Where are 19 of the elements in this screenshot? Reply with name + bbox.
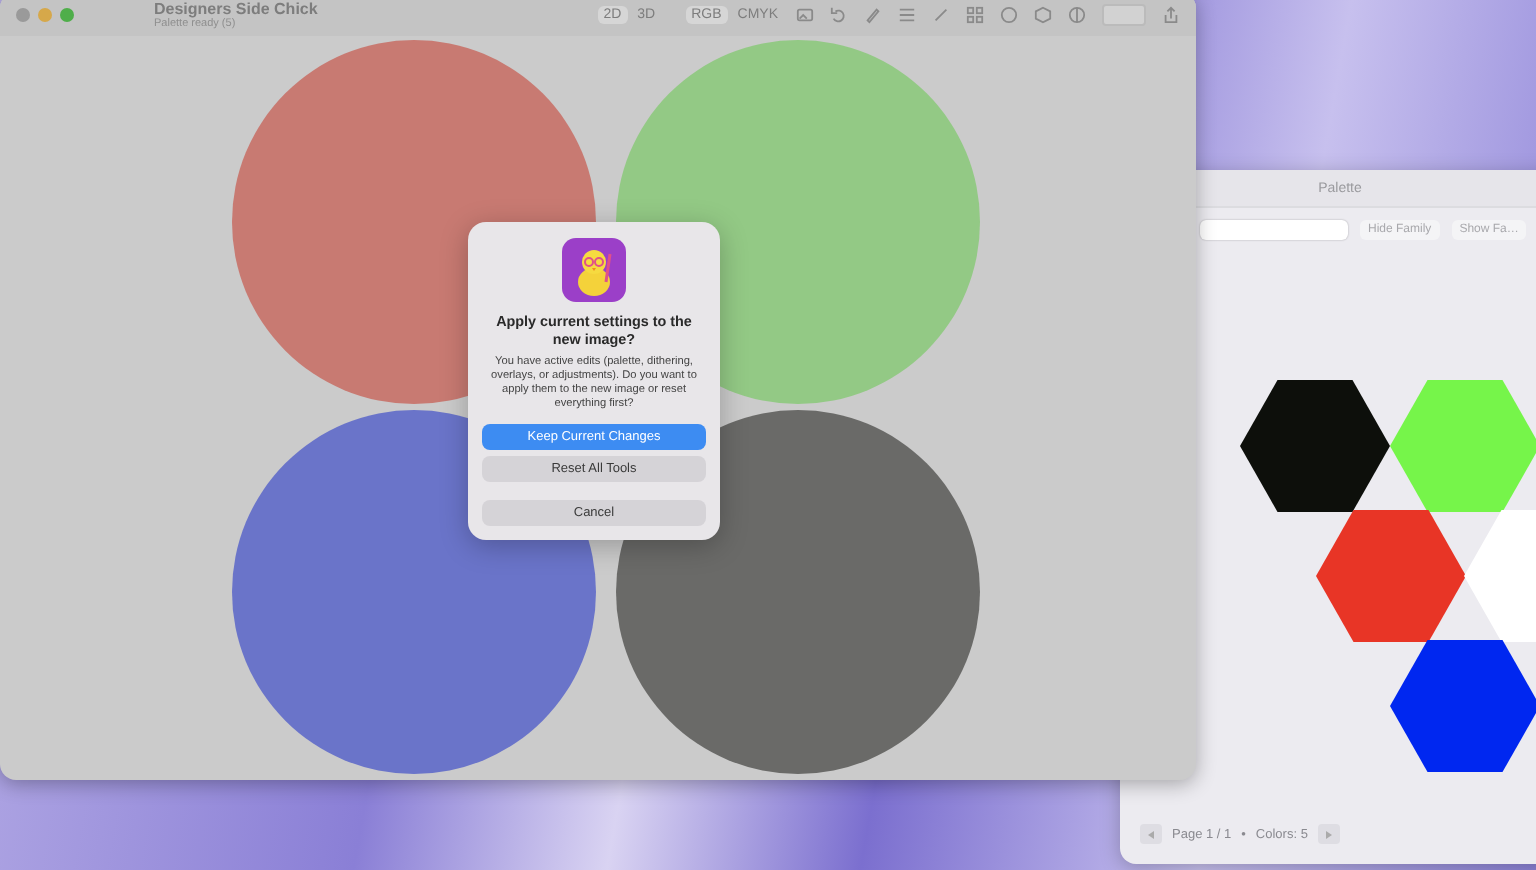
right-triangle-icon: [1323, 829, 1334, 839]
close-button[interactable]: [16, 7, 30, 21]
share-icon[interactable]: [1162, 5, 1180, 23]
minimize-button[interactable]: [38, 7, 52, 21]
hexagon-icon[interactable]: [1034, 5, 1052, 23]
window-title: Designers Side Chick: [154, 0, 320, 17]
family-dropdown[interactable]: [1200, 220, 1348, 240]
previous-page-button[interactable]: [1140, 824, 1162, 844]
grid-icon[interactable]: [966, 5, 984, 23]
color-swatch[interactable]: [1390, 640, 1536, 772]
undo-icon[interactable]: [830, 5, 848, 23]
left-triangle-icon: [1146, 829, 1156, 839]
next-page-button[interactable]: [1317, 824, 1340, 844]
color-swatch[interactable]: [1390, 380, 1536, 512]
zoom-button[interactable]: [60, 7, 74, 21]
app-icon: [562, 238, 626, 302]
color-swatch[interactable]: [1240, 380, 1390, 512]
image-icon[interactable]: [796, 5, 814, 23]
color-swatch[interactable]: [1316, 510, 1466, 642]
